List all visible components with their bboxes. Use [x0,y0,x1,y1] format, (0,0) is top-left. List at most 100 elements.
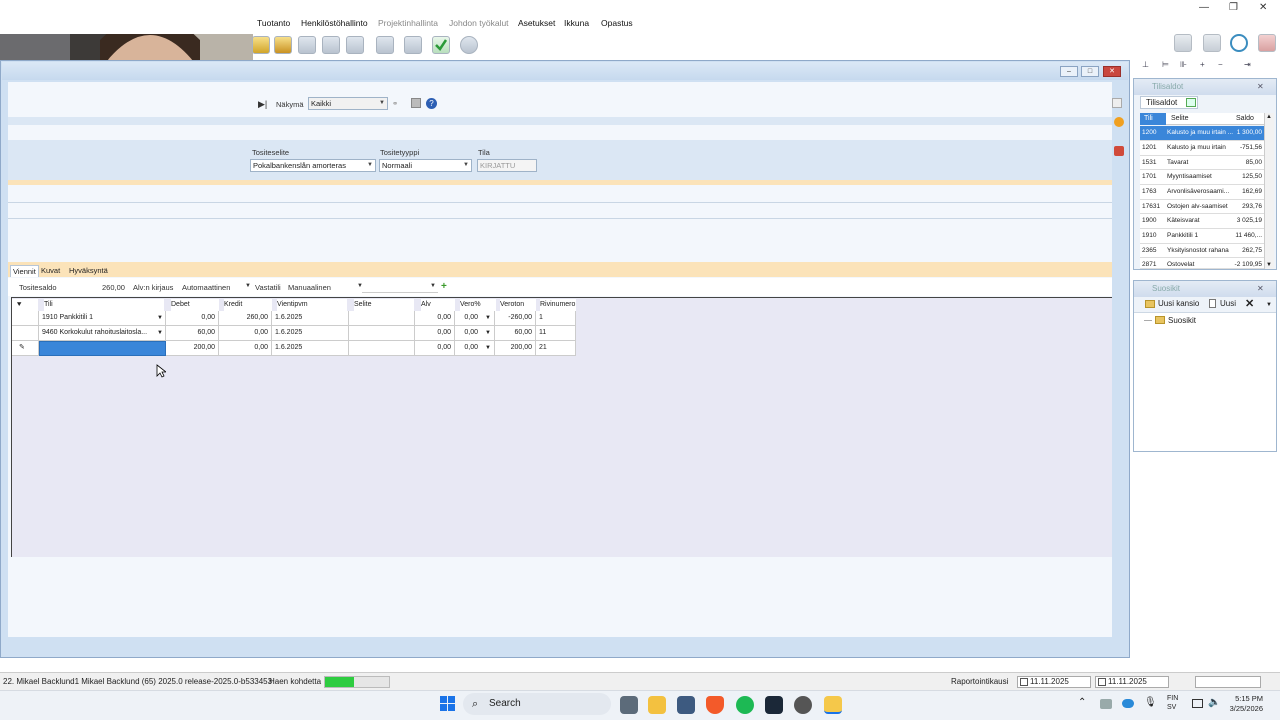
refresh-icon[interactable] [1186,98,1196,107]
list-item[interactable]: 17631 Ostojen alv-saamiset 293,76 [1140,199,1264,215]
list-item[interactable]: 1200 Kalusto ja muu irtain ... 1 300,00 [1140,126,1264,141]
checkbox-icon[interactable] [1098,678,1106,686]
cell-kredit[interactable]: 260,00 [219,311,272,326]
app-restore-button[interactable]: ❐ [1229,2,1238,13]
task-view-icon[interactable] [620,696,638,714]
stop-icon[interactable] [411,98,421,108]
align-left-icon[interactable]: ⊨ [1162,60,1169,69]
steam-icon[interactable] [765,696,783,714]
chevron-down-icon[interactable]: ▼ [485,311,491,325]
list-item[interactable]: 1701 Myyntisaamiset 125,50 [1140,170,1264,185]
table-row[interactable]: 9460 Korkokulut rahoituslaitosla... ▼ [39,326,166,341]
tab-hyvaksynta[interactable]: Hyväksyntä [67,265,110,277]
cell-rivinumero[interactable]: 1 [536,311,576,326]
sync-icon[interactable] [460,36,478,54]
cell-kredit[interactable]: 0,00 [219,326,272,341]
report-icon[interactable] [322,36,340,54]
checkbox-icon[interactable] [1020,678,1028,686]
cell-selite[interactable] [349,326,415,341]
col-rivinumero[interactable]: Rivinumero [540,299,576,311]
tositeselite-input[interactable]: Pokalbankenslån amorteras ▼ [250,159,376,172]
col-vero[interactable]: Vero% [460,299,496,311]
col-selite[interactable]: Selite [1171,113,1189,125]
cell-veroton[interactable]: -260,00 [495,311,536,326]
cell-vientipvm[interactable]: 1.6.2025 [272,311,349,326]
tab-viennit[interactable]: Viennit [10,265,39,277]
filter-icon[interactable]: ⯆ [12,299,38,311]
col-saldo[interactable]: Saldo [1236,113,1254,125]
tree-item-suosikit[interactable]: Suosikit [1168,316,1196,325]
check-icon[interactable] [432,36,450,54]
cell-alv[interactable]: 0,00 [415,326,455,341]
window-minimize-button[interactable]: – [1060,66,1078,77]
add-icon[interactable]: + [1200,60,1205,69]
status-input[interactable] [1195,676,1261,688]
cell-rivinumero[interactable]: 11 [536,326,576,341]
col-kredit[interactable]: Kredit [224,299,272,311]
chevron-down-icon[interactable]: ▼ [430,283,436,289]
cell-selite[interactable] [349,341,415,356]
link-icon[interactable]: ⚭ [392,99,398,108]
cell-rivinumero[interactable]: 21 [536,341,576,356]
chevron-up-icon[interactable]: ▲ [1266,114,1272,120]
col-alv[interactable]: Alv [421,299,455,311]
vastatili-select[interactable]: Manuaalinen [288,283,331,292]
tray-app-icon[interactable] [1100,699,1112,709]
row-selector[interactable]: ✎ [12,341,39,356]
brave-icon[interactable] [706,696,724,714]
last-record-icon[interactable]: ▶| [258,99,267,110]
tab-kuvat[interactable]: Kuvat [39,265,62,277]
nakyma-select[interactable]: Kaikki ▼ [308,97,388,110]
cell-vientipvm[interactable]: 1.6.2025 [272,326,349,341]
chevron-up-icon[interactable]: ⌃ [1078,697,1086,708]
menu-opastus[interactable]: Opastus [601,18,633,28]
spotify-icon[interactable] [736,696,754,714]
cell-selite[interactable] [349,311,415,326]
windows-start-icon[interactable] [440,696,456,712]
accounting-app-icon[interactable] [824,696,842,714]
chart-icon[interactable] [346,36,364,54]
tositetyyppi-select[interactable]: Normaali ▼ [379,159,472,172]
counter-account-input[interactable] [362,280,438,293]
menu-ikkuna[interactable]: Ikkuna [564,18,589,28]
cell-alv[interactable]: 0,00 [415,341,455,356]
chevron-down-icon[interactable]: ▼ [157,311,163,325]
tools-icon[interactable] [1258,34,1276,52]
form-option-icon[interactable] [1112,98,1122,108]
cell-vero[interactable]: 0,00 ▼ [455,311,495,326]
menu-johdon-tyokalut[interactable]: Johdon työkalut [449,18,509,28]
menu-projektinhallinta[interactable]: Projektinhallinta [378,18,438,28]
clock[interactable]: 5:15 PM 3/25/2026 [1221,694,1263,714]
row-selector[interactable] [12,311,39,326]
documents-icon[interactable] [298,36,316,54]
add-row-icon[interactable]: + [441,281,447,292]
panel-close-icon[interactable]: ✕ [1257,284,1264,293]
cell-debet[interactable]: 60,00 [166,326,219,341]
mail-icon[interactable] [376,36,394,54]
cell-alv[interactable]: 0,00 [415,311,455,326]
cell-vero[interactable]: 0,00 ▼ [455,341,495,356]
table-row[interactable]: 1910 Pankkitili 1 ▼ [39,311,166,326]
invoice-icon[interactable] [404,36,422,54]
chevron-down-icon[interactable]: ▼ [1266,302,1272,308]
money-icon[interactable] [274,36,292,54]
date-to-picker[interactable]: 11.11.2025 [1095,676,1169,688]
help-icon[interactable]: ? [426,98,437,109]
window-close-button[interactable]: ✕ [1103,66,1121,77]
menu-henkilostohallinto[interactable]: Henkilöstöhallinto [301,18,368,28]
cell-debet[interactable]: 0,00 [166,311,219,326]
calendar-tool-icon[interactable] [1174,34,1192,52]
col-vientipvm[interactable]: Vientipvm [277,299,347,311]
tili-edit-input[interactable] [39,341,166,356]
align-center-icon[interactable]: ⊪ [1180,60,1187,69]
language-indicator[interactable]: FIN SV [1167,694,1178,712]
network-icon[interactable] [1192,699,1203,708]
file-explorer-icon[interactable] [648,696,666,714]
pin-icon[interactable]: ⊥ [1142,60,1149,69]
chevron-down-icon[interactable]: ▼ [485,341,491,355]
taskbar-search[interactable]: ⌕ Search [463,693,611,715]
list-item[interactable]: 1900 Käteisvarat 3 025,19 [1140,214,1264,229]
cell-debet[interactable]: 200,00 [166,341,219,356]
cell-veroton[interactable]: 60,00 [495,326,536,341]
onedrive-icon[interactable] [1122,699,1134,708]
